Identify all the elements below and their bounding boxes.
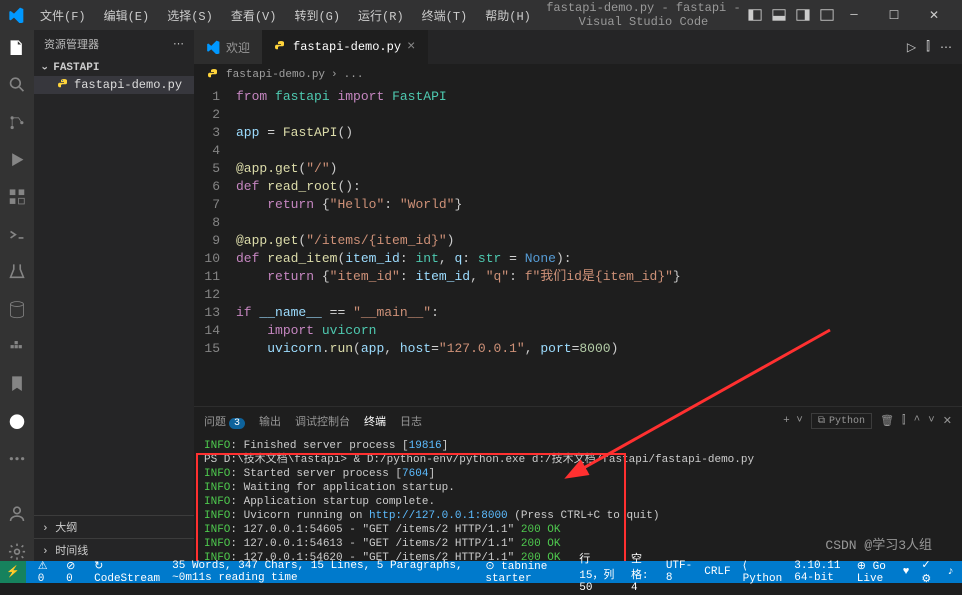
comment-icon[interactable] [7,412,27,431]
extensions-icon[interactable] [7,187,27,206]
menu-terminal[interactable]: 终端(T) [414,3,476,28]
split-editor-icon[interactable]: ⫿ [926,40,930,54]
status-tabnine[interactable]: ⊙ tabnine starter [485,559,567,585]
menu-file[interactable]: 文件(F) [32,3,94,28]
settings-gear-icon[interactable] [7,542,27,561]
account-icon[interactable] [7,504,27,523]
status-wordcount: 35 Words, 347 Chars, 15 Lines, 5 Paragra… [172,560,473,584]
menu-edit[interactable]: 编辑(E) [96,3,158,28]
terminal-output[interactable]: INFO: Finished server process [19816]PS … [194,435,962,561]
menu-go[interactable]: 转到(G) [286,3,348,28]
status-warnings[interactable]: ⊘ 0 [66,559,82,585]
status-cursor[interactable]: 行 15，列 50 [579,550,619,594]
tab-welcome[interactable]: 欢迎 [194,30,263,64]
tab-fastapi-demo[interactable]: fastapi-demo.py × [263,30,428,64]
database-icon[interactable] [7,300,27,319]
panel-tab-terminal[interactable]: 终端 [364,413,386,429]
status-eol[interactable]: CRLF [704,550,730,594]
panel-maximize-icon[interactable]: ^ [914,415,921,427]
panel-tab-output[interactable]: 输出 [259,413,281,429]
panel-tab-ports[interactable]: 日志 [400,413,422,429]
split-terminal-icon[interactable]: ⫿ [902,415,906,427]
activity-bar [0,30,34,561]
panel-tab-problems[interactable]: 问题3 [204,413,245,429]
status-indent[interactable]: 空格: 4 [631,550,654,594]
file-item[interactable]: fastapi-demo.py [34,76,194,94]
menu-help[interactable]: 帮助(H) [477,3,539,28]
status-golive[interactable]: ⊕ Go Live [857,550,891,594]
explorer-icon[interactable] [7,38,27,57]
minimize-button[interactable]: ─ [834,0,874,30]
main-menu: 文件(F) 编辑(E) 选择(S) 查看(V) 转到(G) 运行(R) 终端(T… [32,3,539,28]
vscode-logo-icon [8,7,24,23]
bookmark-icon[interactable] [7,374,27,393]
window-title: fastapi-demo.py - fastapi - Visual Studi… [539,1,748,29]
layout-right-icon[interactable] [796,8,810,22]
status-bar: ⚡ ⚠ 0 ⊘ 0 ↻ CodeStream 35 Words, 347 Cha… [0,561,962,583]
testing-icon[interactable] [7,262,27,281]
status-python-version[interactable]: 3.10.11 64-bit [794,550,845,594]
layout-bottom-icon[interactable] [772,8,786,22]
status-prettier[interactable]: ♥ [903,550,910,594]
bottom-panel: 问题3 输出 调试控制台 终端 日志 + ˅ ⧉ Python 🗑 ⫿ ^ ˅ … [194,406,962,561]
panel-close-icon[interactable]: ✕ [943,414,952,428]
titlebar: 文件(F) 编辑(E) 选择(S) 查看(V) 转到(G) 运行(R) 终端(T… [0,0,962,30]
layout-left-icon[interactable] [748,8,762,22]
more-icon[interactable] [7,449,27,468]
outline-section[interactable]: › 大纲 [34,515,194,538]
status-feedback[interactable]: ✓ ⚙ [921,550,935,594]
docker-icon[interactable] [7,337,27,356]
status-errors[interactable]: ⚠ 0 [38,559,54,585]
source-control-icon[interactable] [7,113,27,132]
vscode-tab-icon [206,40,220,54]
menu-run[interactable]: 运行(R) [350,3,412,28]
status-language[interactable]: ⟨ Python [743,550,783,594]
maximize-button[interactable]: ☐ [874,0,914,30]
panel-tab-debug[interactable]: 调试控制台 [295,413,350,429]
tab-more-icon[interactable]: ⋯ [940,40,952,55]
status-codestream[interactable]: ↻ CodeStream [94,559,160,585]
panel-chevron-icon[interactable]: ˅ [928,415,935,427]
search-icon[interactable] [7,75,27,94]
layout-grid-icon[interactable] [820,8,834,22]
new-terminal-icon[interactable]: + ˅ [783,415,803,427]
remote-icon[interactable] [7,225,27,244]
editor-tabs: 欢迎 fastapi-demo.py × ▷ ⫿ ⋯ [194,30,962,64]
status-bell-icon[interactable]: ♪ [947,550,954,594]
python-tab-icon [275,41,287,53]
code-editor[interactable]: 123456789101112131415 from fastapi impor… [194,86,962,406]
terminal-shell-select[interactable]: ⧉ Python [811,413,872,429]
close-tab-icon[interactable]: × [407,39,415,55]
menu-view[interactable]: 查看(V) [223,3,285,28]
close-button[interactable]: ✕ [914,0,954,30]
menu-selection[interactable]: 选择(S) [159,3,221,28]
run-debug-icon[interactable] [7,150,27,169]
timeline-section[interactable]: › 时间线 [34,538,194,561]
folder-name[interactable]: › FASTAPI [34,60,194,76]
run-file-icon[interactable]: ▷ [907,40,916,55]
sidebar: 资源管理器 ⋯ › FASTAPI fastapi-demo.py › 大纲 ›… [34,30,194,561]
breadcrumb-file-icon [208,69,220,81]
file-name: fastapi-demo.py [74,78,182,92]
remote-indicator[interactable]: ⚡ [0,561,26,583]
breadcrumb[interactable]: fastapi-demo.py › ... [194,64,962,86]
sidebar-title: 资源管理器 [44,36,99,52]
python-file-icon [58,79,70,91]
sidebar-more-icon[interactable]: ⋯ [173,37,184,51]
status-encoding[interactable]: UTF-8 [666,550,692,594]
kill-terminal-icon[interactable]: 🗑 [880,414,894,428]
